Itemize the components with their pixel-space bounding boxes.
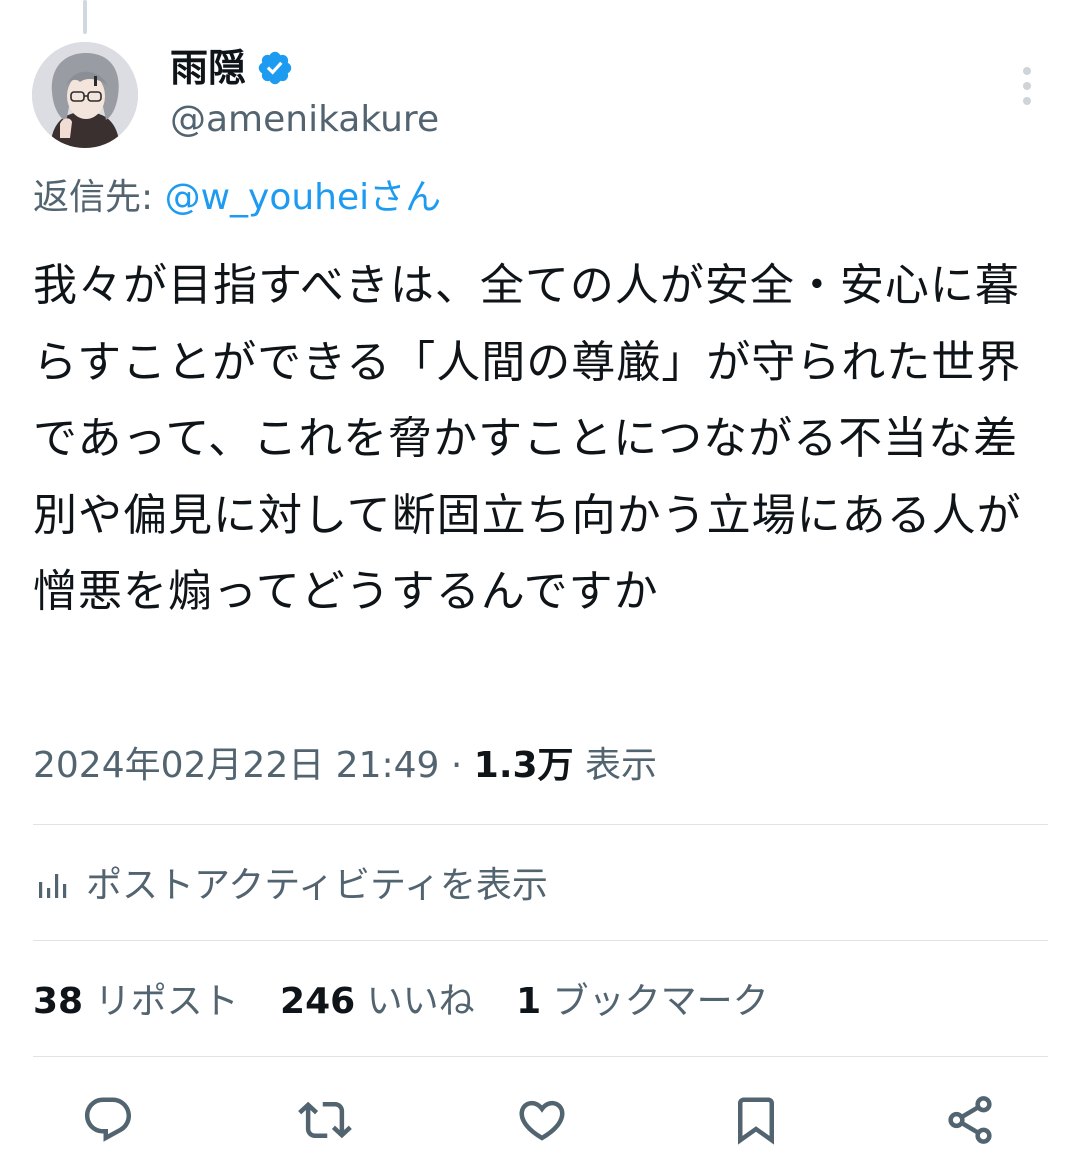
tweet-timestamp[interactable]: 2024年02月22日 21:49 [33, 745, 439, 786]
bookmark-label: ブックマーク [552, 981, 769, 1022]
heart-icon [519, 1100, 565, 1141]
author-handle[interactable]: @amenikakure [170, 96, 439, 144]
divider [33, 1056, 1048, 1057]
reply-to-line: 返信先: @w_youheiさん [33, 172, 441, 224]
bookmark-button[interactable] [724, 1088, 788, 1152]
repost-label: リポスト [94, 981, 239, 1022]
repost-icon [298, 1101, 352, 1139]
repost-button[interactable] [293, 1088, 357, 1152]
tweet-meta: 2024年02月22日 21:49 · 1.3万 表示 [33, 738, 657, 794]
action-bar [0, 1088, 1080, 1158]
more-options-icon[interactable] [1014, 62, 1040, 110]
thread-connector-line [83, 0, 87, 34]
like-button[interactable] [510, 1088, 574, 1152]
bookmark-icon [738, 1097, 774, 1145]
views-label: 表示 [573, 745, 658, 786]
tweet-text: 我々が目指すべきは、全ての人が安全・安心に暮らすことができる「人間の尊厳」が守ら… [33, 260, 1022, 617]
like-label: いいね [366, 981, 475, 1022]
divider [33, 824, 1048, 825]
repost-stat[interactable]: 38 リポスト [33, 981, 239, 1022]
reply-mention-link[interactable]: @w_youheiさん [165, 177, 442, 218]
display-name[interactable]: 雨隠 [170, 42, 246, 94]
reply-icon [84, 1097, 132, 1142]
bookmark-stat[interactable]: 1 ブックマーク [516, 981, 769, 1022]
reply-to-prefix: 返信先: [33, 177, 165, 218]
like-stat[interactable]: 246 いいね [280, 981, 475, 1022]
divider [33, 940, 1048, 941]
analytics-icon [39, 874, 67, 898]
post-activity-label: ポストアクティビティを表示 [86, 865, 548, 906]
author-name-row[interactable]: 雨隠 [170, 42, 294, 94]
views-count: 1.3万 [473, 745, 574, 786]
avatar-illustration-icon [32, 42, 138, 148]
verified-badge-icon [258, 51, 292, 85]
meta-separator: · [439, 745, 474, 786]
reply-button[interactable] [76, 1088, 140, 1152]
avatar[interactable] [32, 42, 138, 148]
share-button[interactable] [938, 1088, 1002, 1152]
share-icon [948, 1096, 992, 1144]
engagement-stats: 38 リポスト 246 いいね 1 ブックマーク [33, 974, 799, 1030]
repost-count: 38 [33, 981, 84, 1022]
bookmark-count: 1 [516, 981, 542, 1022]
post-activity-link[interactable]: ポストアクティビティを表示 [36, 858, 548, 914]
like-count: 246 [280, 981, 356, 1022]
